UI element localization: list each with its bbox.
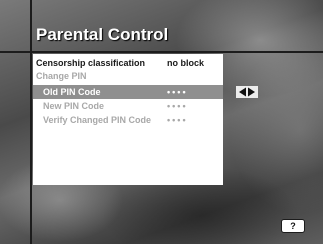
page-title: Parental Control [36, 25, 169, 44]
menu-item-new-pin-code[interactable]: New PIN Code •••• [33, 99, 223, 113]
menu-item-label: Verify Changed PIN Code [43, 115, 152, 125]
frame-horizontal-line [0, 51, 323, 53]
menu-item-censorship-classification[interactable]: Censorship classification no block [33, 56, 223, 70]
menu-item-change-pin[interactable]: Change PIN [33, 69, 223, 83]
censorship-value: no block [167, 58, 205, 68]
menu-item-old-pin-code[interactable]: Old PIN Code •••• [33, 85, 223, 99]
verify-pin-value: •••• [167, 115, 188, 125]
left-right-arrows-icon[interactable] [236, 86, 258, 98]
new-pin-value: •••• [167, 101, 188, 111]
menu-item-label: New PIN Code [43, 101, 105, 111]
menu-item-label: Change PIN [36, 71, 87, 81]
parental-control-menu-panel: Censorship classification no block Chang… [33, 54, 223, 185]
old-pin-value: •••• [167, 87, 188, 97]
frame-vertical-line [30, 0, 32, 244]
tv-screen-background: Parental Control Censorship classificati… [0, 0, 323, 244]
menu-item-label: Censorship classification [36, 58, 146, 68]
menu-item-verify-pin-code[interactable]: Verify Changed PIN Code •••• [33, 113, 223, 127]
help-button[interactable]: ? [281, 219, 305, 233]
menu-item-label: Old PIN Code [43, 87, 101, 97]
